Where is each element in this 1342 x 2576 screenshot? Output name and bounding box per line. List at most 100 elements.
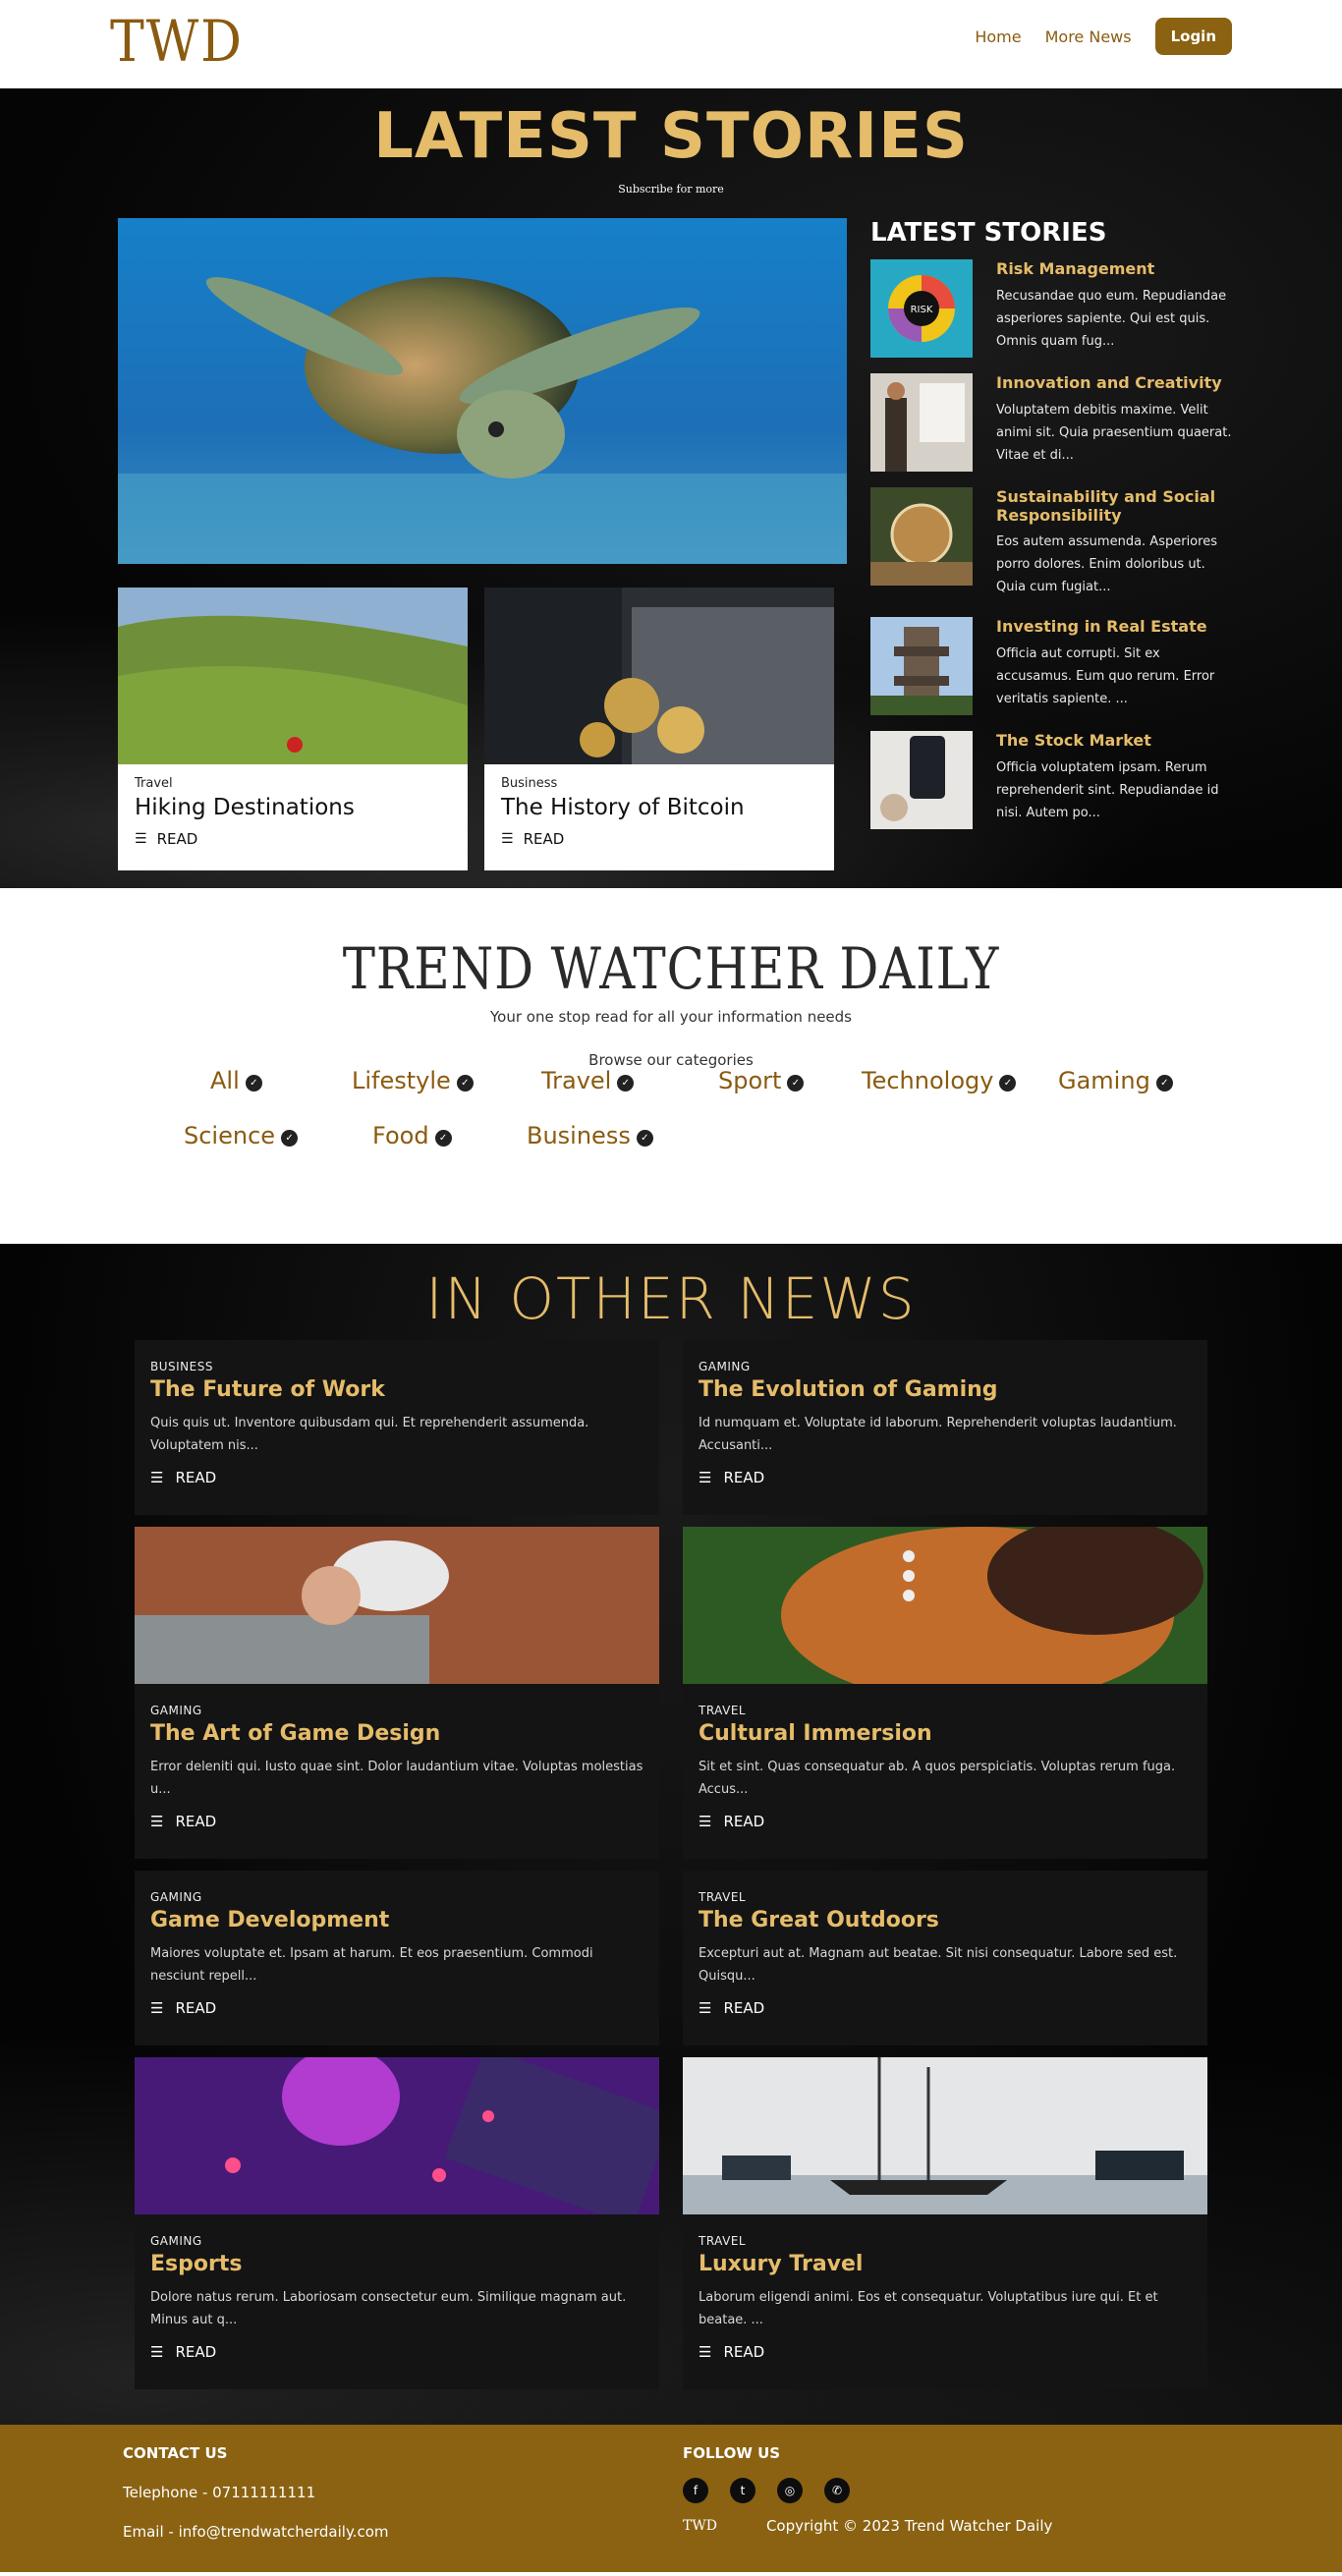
nav-more-news-link[interactable]: More News <box>1045 28 1132 46</box>
story-card-bitcoin[interactable]: Business The History of Bitcoin ☰ READ <box>484 588 834 870</box>
read-button[interactable]: ☰ READ <box>699 1469 1192 1486</box>
news-category: BUSINESS <box>150 1360 213 1373</box>
read-button[interactable]: ☰ READ <box>699 2343 1192 2361</box>
hero-image-turtle[interactable] <box>118 218 847 564</box>
sidebar-story-title[interactable]: Innovation and Creativity <box>996 373 1232 392</box>
latest-stories-sidebar: LATEST STORIES RISK Risk Management Recu… <box>870 218 1231 839</box>
whatsapp-icon[interactable]: ✆ <box>824 2478 850 2503</box>
news-card[interactable]: GAMING Game Development Maiores voluptat… <box>135 1871 659 2045</box>
esports-image <box>135 2057 659 2214</box>
site-tagline: Your one stop read for all your informat… <box>489 1008 852 1026</box>
latest-stories-title: LATEST STORIES <box>373 100 969 173</box>
category-label: Sport <box>718 1067 782 1094</box>
news-category: GAMING <box>150 1890 202 1904</box>
sidebar-story[interactable]: RISK Risk Management Recusandae quo eum.… <box>870 259 1226 373</box>
news-title[interactable]: Game Development <box>150 1908 643 1932</box>
news-title[interactable]: Luxury Travel <box>699 2252 1192 2276</box>
sidebar-story[interactable]: The Stock Market Officia voluptatem ipsa… <box>870 731 1224 839</box>
category-travel[interactable]: Travel ✓ <box>541 1067 635 1094</box>
culture-image <box>683 1527 1207 1684</box>
twitter-icon[interactable]: t <box>730 2478 755 2503</box>
menu-icon: ☰ <box>699 1469 712 1486</box>
story-card-hiking[interactable]: Travel Hiking Destinations ☰ READ <box>118 588 468 870</box>
news-card[interactable]: TRAVEL Cultural Immersion Sit et sint. Q… <box>683 1527 1207 1859</box>
sidebar-story-title[interactable]: Investing in Real Estate <box>996 617 1232 636</box>
news-excerpt: Sit et sint. Quas consequatur ab. A quos… <box>699 1760 1176 1797</box>
footer-logo[interactable]: TWD <box>683 2518 717 2534</box>
category-label: Travel <box>541 1067 612 1094</box>
news-title[interactable]: The Art of Game Design <box>150 1721 643 1746</box>
news-category: GAMING <box>150 2234 202 2248</box>
category-gaming[interactable]: Gaming ✓ <box>1058 1067 1173 1094</box>
facebook-icon[interactable]: f <box>683 2478 708 2503</box>
category-technology[interactable]: Technology ✓ <box>862 1067 1017 1094</box>
category-science[interactable]: Science ✓ <box>184 1122 299 1149</box>
news-card[interactable]: GAMING The Evolution of Gaming Id numqua… <box>683 1340 1207 1515</box>
sidebar-story[interactable]: Sustainability and Social Responsibility… <box>870 487 1224 617</box>
read-label: READ <box>723 1813 765 1830</box>
category-label: Technology <box>862 1067 994 1094</box>
news-title[interactable]: The Great Outdoors <box>699 1908 1192 1932</box>
read-button[interactable]: ☰ READ <box>150 1813 643 1830</box>
card-title[interactable]: The History of Bitcoin <box>501 795 817 820</box>
sidebar-story-title[interactable]: Risk Management <box>996 259 1232 278</box>
category-lifestyle[interactable]: Lifestyle ✓ <box>352 1067 474 1094</box>
category-all[interactable]: All ✓ <box>210 1067 262 1094</box>
category-food[interactable]: Food ✓ <box>372 1122 452 1149</box>
sidebar-story-text: Eos autem assumenda. Asperiores porro do… <box>996 534 1217 594</box>
contact-block: CONTACT US Telephone - 07111111111 Email… <box>123 2444 389 2541</box>
read-button[interactable]: ☰ READ <box>135 830 451 848</box>
login-button[interactable]: Login <box>1154 18 1232 55</box>
check-icon: ✓ <box>245 1074 262 1092</box>
category-sport[interactable]: Sport ✓ <box>718 1067 805 1094</box>
other-news-title: IN OTHER NEWS <box>425 1265 917 1332</box>
email[interactable]: Email - info@trendwatcherdaily.com <box>123 2523 389 2541</box>
menu-icon: ☰ <box>150 1813 164 1830</box>
instagram-icon[interactable]: ◎ <box>777 2478 803 2503</box>
read-button[interactable]: ☰ READ <box>150 2343 643 2361</box>
social-links: f t ◎ ✆ <box>683 2478 1052 2503</box>
check-icon: ✓ <box>281 1129 299 1147</box>
read-button[interactable]: ☰ READ <box>501 830 817 848</box>
stock-market-thumbnail <box>870 731 973 829</box>
subscribe-link[interactable]: Subscribe for more <box>0 183 1342 196</box>
innovation-thumbnail <box>870 373 973 472</box>
menu-icon: ☰ <box>699 2343 712 2361</box>
site-logo[interactable]: TWD <box>110 8 244 75</box>
news-title[interactable]: Cultural Immersion <box>699 1721 1192 1746</box>
news-title[interactable]: Esports <box>150 2252 643 2276</box>
category-business[interactable]: Business ✓ <box>527 1122 653 1149</box>
news-title[interactable]: The Evolution of Gaming <box>699 1377 1192 1402</box>
card-title[interactable]: Hiking Destinations <box>135 795 451 820</box>
news-card[interactable]: TRAVEL The Great Outdoors Excepturi aut … <box>683 1871 1207 2045</box>
sidebar-story[interactable]: Investing in Real Estate Officia aut cor… <box>870 617 1224 731</box>
nav-home-link[interactable]: Home <box>975 28 1021 46</box>
news-category: GAMING <box>150 1704 202 1717</box>
read-button[interactable]: ☰ READ <box>150 1469 643 1486</box>
news-card[interactable]: GAMING Esports Dolore natus rerum. Labor… <box>135 2057 659 2389</box>
sidebar-story-text: Officia aut corrupti. Sit ex accusamus. … <box>996 646 1215 706</box>
vr-gaming-image <box>135 1527 659 1684</box>
sidebar-story-title[interactable]: Sustainability and Social Responsibility <box>996 487 1232 525</box>
check-icon: ✓ <box>617 1074 635 1092</box>
read-button[interactable]: ☰ READ <box>150 1999 643 2017</box>
menu-icon: ☰ <box>150 1469 164 1486</box>
news-category: TRAVEL <box>699 2234 747 2248</box>
luxury-travel-image <box>683 2057 1207 2214</box>
sidebar-story[interactable]: Innovation and Creativity Voluptatem deb… <box>870 373 1231 487</box>
risk-thumbnail: RISK <box>870 259 973 358</box>
news-card[interactable]: BUSINESS The Future of Work Quis quis ut… <box>135 1340 659 1515</box>
card-category: Travel <box>135 776 173 791</box>
menu-icon: ☰ <box>135 831 147 847</box>
read-button[interactable]: ☰ READ <box>699 1813 1192 1830</box>
check-icon: ✓ <box>787 1074 805 1092</box>
risk-label: RISK <box>911 305 933 315</box>
news-card[interactable]: TRAVEL Luxury Travel Laborum eligendi an… <box>683 2057 1207 2389</box>
bitcoin-image <box>484 588 834 764</box>
news-card[interactable]: GAMING The Art of Game Design Error dele… <box>135 1527 659 1859</box>
read-button[interactable]: ☰ READ <box>699 1999 1192 2017</box>
menu-icon: ☰ <box>699 1813 712 1830</box>
sidebar-story-title[interactable]: The Stock Market <box>996 731 1232 750</box>
telephone: Telephone - 07111111111 <box>123 2484 316 2501</box>
news-title[interactable]: The Future of Work <box>150 1377 643 1402</box>
